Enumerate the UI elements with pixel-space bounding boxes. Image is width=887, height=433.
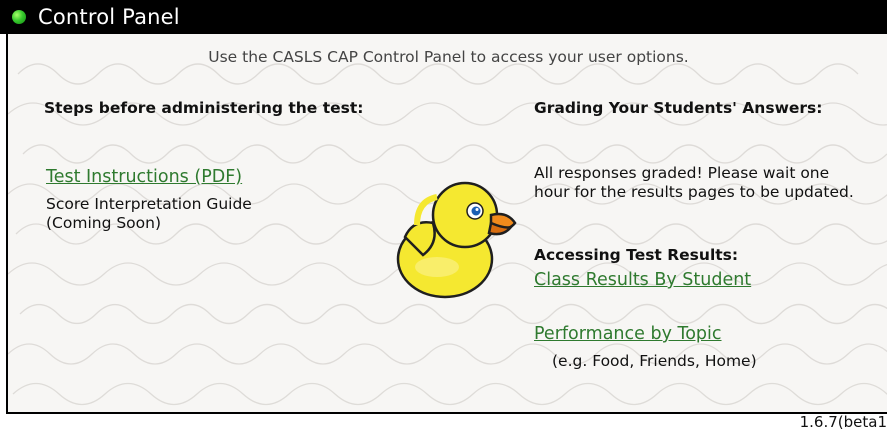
rubber-duck-icon: [396, 181, 517, 299]
page-title: Control Panel: [38, 5, 180, 29]
status-dot-icon: [12, 10, 26, 24]
steps-heading: Steps before administering the test:: [44, 99, 364, 117]
title-bar: Control Panel: [0, 0, 887, 34]
class-results-link[interactable]: Class Results By Student: [534, 270, 751, 290]
grading-heading: Grading Your Students' Answers:: [534, 99, 823, 117]
control-panel: Use the CASLS CAP Control Panel to acces…: [6, 34, 887, 414]
intro-text: Use the CASLS CAP Control Panel to acces…: [208, 48, 689, 66]
score-guide-line1: Score Interpretation Guide: [46, 195, 252, 213]
version-label: 1.6.7(beta1: [799, 413, 887, 431]
performance-hint: (e.g. Food, Friends, Home): [552, 352, 757, 370]
performance-link[interactable]: Performance by Topic: [534, 324, 722, 344]
grading-status: All responses graded! Please wait one ho…: [534, 164, 854, 201]
score-guide-line2: (Coming Soon): [46, 214, 162, 232]
test-instructions-link[interactable]: Test Instructions (PDF): [46, 167, 242, 187]
results-heading: Accessing Test Results:: [534, 246, 739, 264]
